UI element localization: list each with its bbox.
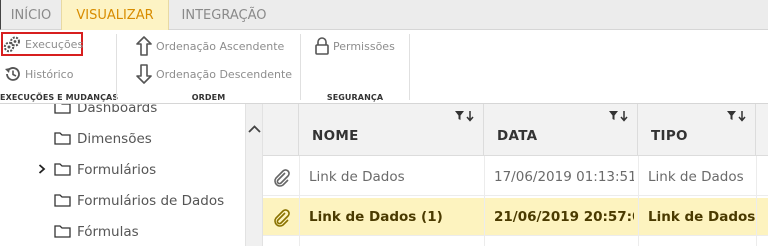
header-nome[interactable]: NOME	[299, 104, 484, 156]
cell-tipo: Link de Dados	[648, 209, 756, 225]
ordenacao-ascendente-button[interactable]: Ordenação Ascendente	[135, 34, 284, 58]
cell-data: 17/06/2019 01:13:51	[494, 169, 634, 185]
ordenacao-descendente-label: Ordenação Descendente	[156, 67, 293, 81]
chevron-up-icon[interactable]	[248, 122, 261, 136]
tree-item-label: Formulários de Dados	[77, 192, 225, 209]
data-grid: NOME DATA TIPO Link de Dados 17/06/2019 …	[263, 104, 768, 246]
execucoes-label: Execuções	[25, 37, 84, 51]
app-window: Início Visualizar Integração Execuções	[0, 0, 768, 246]
paperclip-icon	[274, 209, 290, 227]
group-label: ORDEM	[191, 93, 226, 102]
group-label: SEGURANÇA	[326, 93, 384, 102]
tab-inicio[interactable]: Início	[1, 0, 61, 31]
folder-icon	[54, 163, 71, 176]
folder-icon	[54, 194, 71, 207]
historico-button[interactable]: Histórico	[3, 62, 73, 86]
column-divider	[638, 156, 639, 246]
ordenacao-ascendente-label: Ordenação Ascendente	[156, 39, 285, 53]
filter-sort-icon[interactable]	[455, 107, 475, 126]
tree-item-label: Fórmulas	[77, 223, 139, 240]
folder-icon	[54, 225, 71, 238]
grid-header: NOME DATA TIPO	[263, 104, 768, 156]
filter-sort-icon[interactable]	[609, 107, 629, 126]
header-label: TIPO	[651, 128, 688, 144]
tree-item-formulas[interactable]: Fórmulas	[0, 216, 246, 246]
cell-data: 21/06/2019 20:57:03	[494, 209, 634, 225]
group-label: EXECUÇÕES E MUDANÇAS	[0, 93, 119, 102]
column-divider	[484, 156, 485, 246]
group-seguranca: Permissões SEGURANÇA	[301, 30, 409, 104]
execucoes-button[interactable]: Execuções	[1, 32, 83, 56]
ribbon-panel: Execuções Histórico EXECUÇÕES E MUDANÇAS…	[0, 30, 768, 104]
paperclip-icon	[274, 169, 290, 187]
permissoes-label: Permissões	[333, 39, 395, 53]
table-row[interactable]: Link de Dados 17/06/2019 01:13:51 Link d…	[263, 158, 768, 196]
group-execucoes-mudancas: Execuções Histórico EXECUÇÕES E MUDANÇAS	[0, 30, 119, 104]
ordenacao-descendente-button[interactable]: Ordenação Descendente	[135, 62, 292, 86]
table-row-selected[interactable]: Link de Dados (1) 21/06/2019 20:57:03 Li…	[263, 198, 768, 236]
folder-icon	[54, 132, 71, 145]
tree-item-formularios-de-dados[interactable]: Formulários de Dados	[0, 185, 246, 216]
header-data[interactable]: DATA	[484, 104, 638, 156]
tree-item-label: Dashboards	[77, 104, 158, 116]
chevron-right-icon[interactable]	[38, 163, 50, 177]
group-divider	[409, 34, 410, 100]
tree-item-dashboards[interactable]: Dashboards	[0, 104, 246, 123]
splitter-scroll-column[interactable]	[245, 104, 263, 246]
cell-nome: Link de Dados (1)	[309, 209, 443, 225]
tree-item-formularios[interactable]: Formulários	[0, 154, 246, 185]
cell-tipo: Link de Dados	[648, 169, 744, 185]
arrow-down-icon	[136, 64, 152, 84]
group-ordem: Ordenação Ascendente Ordenação Descenden…	[117, 30, 300, 104]
ribbon-tabs: Início Visualizar Integração	[0, 0, 768, 31]
history-icon	[5, 67, 20, 81]
tree-item-dimensoes[interactable]: Dimensões	[0, 123, 246, 154]
tree-item-label: Formulários	[77, 161, 157, 178]
permissoes-button[interactable]: Permissões	[314, 34, 395, 58]
header-label: NOME	[312, 128, 359, 144]
tab-visualizar[interactable]: Visualizar	[61, 0, 169, 31]
column-divider	[299, 156, 300, 246]
filter-sort-icon[interactable]	[727, 107, 747, 126]
folder-icon	[54, 104, 71, 114]
header-label: DATA	[497, 128, 538, 144]
tab-integracao[interactable]: Integração	[170, 0, 278, 31]
gears-icon	[3, 36, 20, 53]
header-tipo[interactable]: TIPO	[638, 104, 756, 156]
header-icon-column	[263, 104, 299, 156]
historico-label: Histórico	[25, 67, 74, 81]
cell-nome: Link de Dados	[309, 169, 405, 185]
column-divider	[756, 156, 757, 246]
lock-icon	[315, 37, 329, 55]
folder-tree: Dashboards Dimensões Formulários Formulá…	[0, 104, 246, 246]
tree-item-label: Dimensões	[77, 130, 152, 147]
arrow-up-icon	[136, 36, 152, 56]
